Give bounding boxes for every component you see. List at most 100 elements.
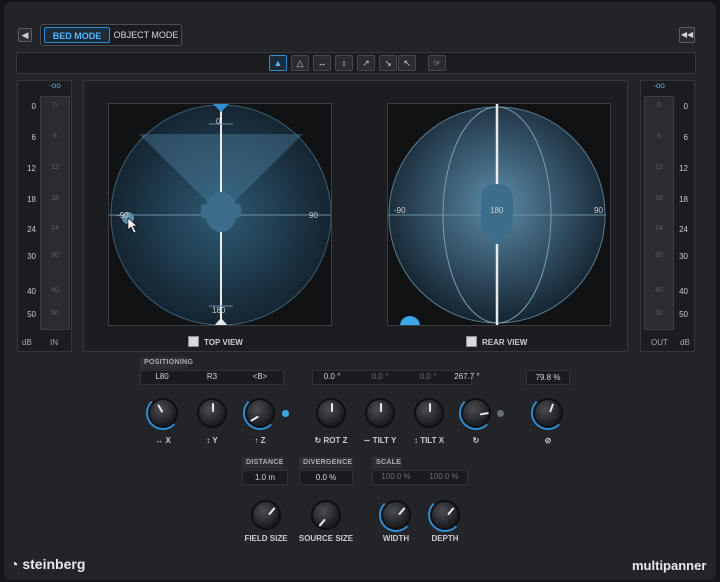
y-knob[interactable] <box>197 398 227 428</box>
distance-field[interactable]: 1.0 m <box>242 470 288 485</box>
pos-field-y[interactable]: R3 <box>192 370 232 385</box>
meter_out-inner-scale-label: 50 <box>655 310 663 317</box>
product-name: multipanner <box>632 558 707 573</box>
meter_in-inner-scale-label: 6 <box>53 133 57 140</box>
top-view-canvas[interactable] <box>109 104 332 326</box>
output-label: OUT <box>651 338 668 347</box>
output-peak: -oo <box>653 81 665 90</box>
meter_out-scale-label: 50 <box>679 310 688 319</box>
rear-view-label: REAR VIEW <box>482 338 528 347</box>
meter_in-scale-label: 30 <box>27 252 36 261</box>
free-arrow-icon[interactable]: ↖ <box>398 55 416 71</box>
pos-field-x[interactable]: L80 <box>142 370 182 385</box>
meter_out-scale-label: 6 <box>683 133 688 142</box>
meter_in-scale-label: 0 <box>31 102 36 111</box>
select-outline-icon[interactable]: △ <box>291 55 309 71</box>
tilt-y-knob[interactable] <box>365 398 395 428</box>
meter_out-inner-scale-label: 12 <box>655 164 663 171</box>
tool-bar <box>16 52 696 74</box>
meter_in-scale-label: 24 <box>27 225 36 234</box>
link-cursor-icon[interactable]: ☞ <box>428 55 446 71</box>
rotation-knob[interactable] <box>459 396 493 430</box>
select-arrow-icon[interactable]: ▲ <box>269 55 287 71</box>
output-unit: dB <box>680 338 690 347</box>
meter_in-inner-scale-label: 40 <box>51 287 59 294</box>
source-size-knob[interactable] <box>311 500 341 530</box>
diagonal-move-alt-icon[interactable]: ↘ <box>379 55 397 71</box>
meter_out-inner-scale-label: 30 <box>655 252 663 259</box>
rear-view-icon <box>466 336 477 347</box>
skip-to-start-icon[interactable]: ◀◀ <box>679 27 695 43</box>
z-knob-label: ↑ Z <box>254 436 266 445</box>
field-size-label: FIELD SIZE <box>244 534 288 543</box>
x-knob[interactable] <box>146 396 180 430</box>
chevron-left-icon[interactable]: ◀ <box>18 28 32 42</box>
top-axis-back: 180 <box>212 306 226 315</box>
meter_in-inner-scale-label: 30 <box>51 252 59 259</box>
tilt-x-knob[interactable] <box>414 398 444 428</box>
rear-view-canvas[interactable] <box>388 104 606 326</box>
meter_in-scale-label: 6 <box>31 133 36 142</box>
object-mode-button[interactable]: OBJECT MODE <box>112 27 180 43</box>
rear-axis-left: -90 <box>394 206 406 215</box>
source-size-label: SOURCE SIZE <box>298 534 354 543</box>
positioning-tag: POSITIONING <box>140 357 193 369</box>
input-unit: dB <box>22 338 32 347</box>
meter_in-scale-label: 18 <box>27 195 36 204</box>
output-meter <box>644 96 674 330</box>
mode-switch: BED MODE OBJECT MODE <box>40 24 182 46</box>
meter_out-inner-scale-label: 0 <box>657 102 661 109</box>
meter_out-inner-scale-label: 6 <box>657 133 661 140</box>
extra-percent-field[interactable]: 79.8 % <box>526 370 570 385</box>
pos-field-z[interactable]: <B> <box>240 370 280 385</box>
meter_in-inner-scale-label: 50 <box>51 310 59 317</box>
meter_in-inner-scale-label: 0 <box>53 102 57 109</box>
input-meter <box>40 96 70 330</box>
meter_out-scale-label: 24 <box>679 225 688 234</box>
diagonal-move-icon[interactable]: ↗ <box>357 55 375 71</box>
meter_out-scale-label: 12 <box>679 164 688 173</box>
top-view-label: TOP VIEW <box>204 338 243 347</box>
top-axis-left: -90 <box>117 211 129 220</box>
percent-icon: ⊘ <box>544 436 552 445</box>
meter_out-scale-label: 40 <box>679 287 688 296</box>
z-link-dot[interactable] <box>282 410 289 417</box>
scale-width-field[interactable]: 100.0 % <box>374 470 418 485</box>
percent-knob[interactable] <box>531 396 565 430</box>
rotation-icon: ↻ <box>472 436 480 445</box>
top-view-icon <box>188 336 199 347</box>
input-label: IN <box>50 338 58 347</box>
divergence-field[interactable]: 0.0 % <box>299 470 353 485</box>
rear-view-panel[interactable]: -90 180 90 <box>387 103 611 326</box>
rear-axis-center: 180 <box>490 206 504 215</box>
z-knob[interactable] <box>243 396 277 430</box>
top-view-panel[interactable]: 0 90 180 -90 <box>108 103 332 326</box>
width-knob[interactable] <box>379 498 413 532</box>
tilt-x-field[interactable]: 0.0 ° <box>410 370 446 385</box>
meter_out-scale-label: 18 <box>679 195 688 204</box>
rotation-field[interactable]: 267.7 ° <box>448 370 486 385</box>
vertical-move-icon[interactable]: ↕ <box>335 55 353 71</box>
divergence-tag: DIVERGENCE <box>299 457 353 469</box>
meter_in-scale-label: 40 <box>27 287 36 296</box>
tilt-y-field[interactable]: 0.0 ° <box>362 370 398 385</box>
meter_out-inner-scale-label: 24 <box>655 225 663 232</box>
depth-knob[interactable] <box>428 498 462 532</box>
top-axis-front: 0 <box>216 117 221 126</box>
rear-axis-right: 90 <box>594 206 603 215</box>
scale-depth-field[interactable]: 100.0 % <box>422 470 466 485</box>
meter_out-scale-label: 30 <box>679 252 688 261</box>
depth-label: DEPTH <box>431 534 459 543</box>
meter_in-scale-label: 50 <box>27 310 36 319</box>
top-axis-right: 90 <box>309 211 318 220</box>
meter_in-inner-scale-label: 18 <box>51 195 59 202</box>
bed-mode-button[interactable]: BED MODE <box>44 27 110 43</box>
horizontal-move-icon[interactable]: ↔ <box>313 55 331 71</box>
meter_out-scale-label: 0 <box>683 102 688 111</box>
distance-tag: DISTANCE <box>242 457 283 469</box>
field-size-knob[interactable] <box>251 500 281 530</box>
rotation-link-dot[interactable] <box>497 410 504 417</box>
rot-z-knob[interactable] <box>316 398 346 428</box>
rot-z-field[interactable]: 0.0 ° <box>314 370 350 385</box>
meter_out-inner-scale-label: 18 <box>655 195 663 202</box>
